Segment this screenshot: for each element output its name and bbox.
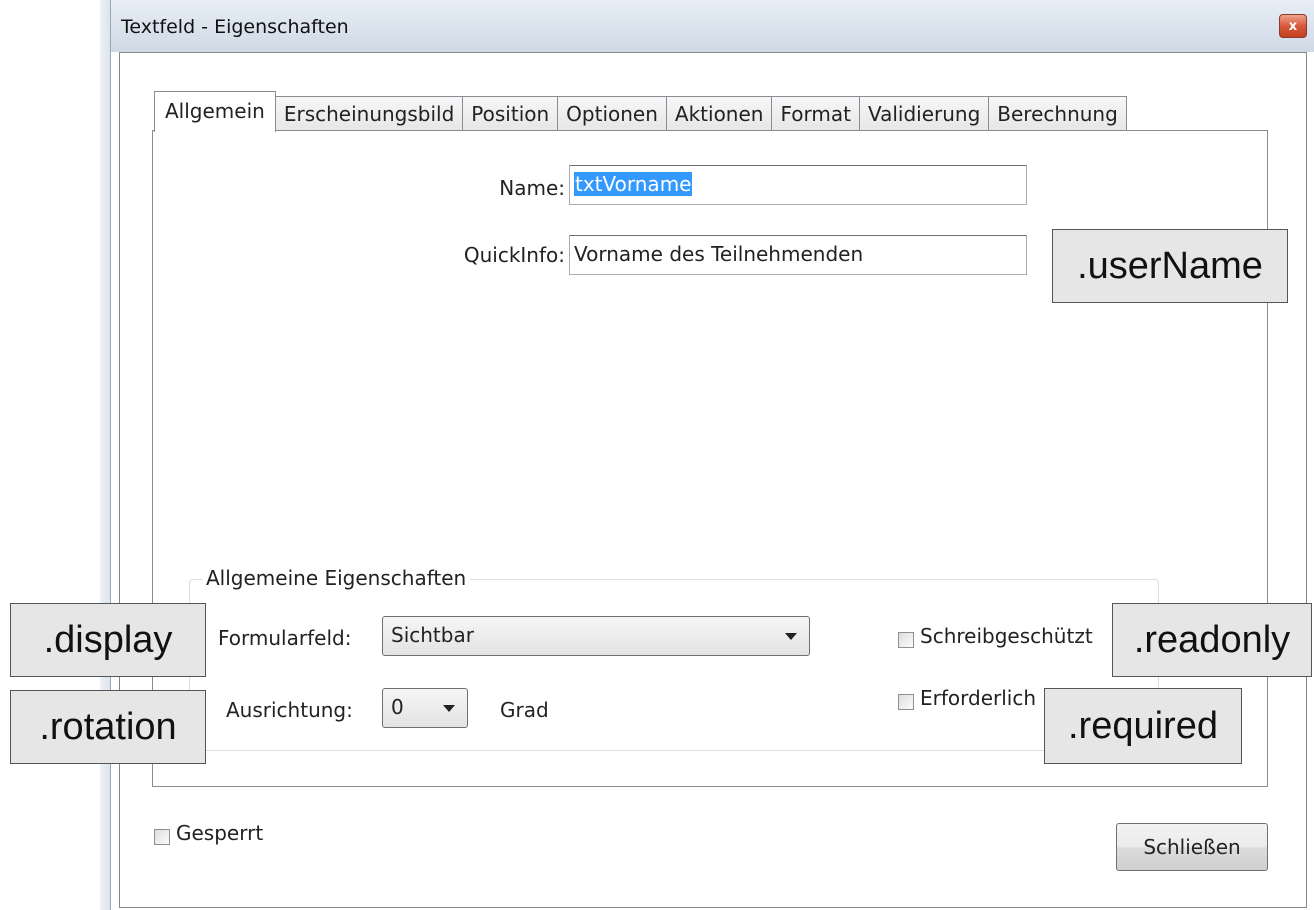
tab-format[interactable]: Format: [771, 96, 860, 131]
annotation-required: .required: [1044, 688, 1242, 764]
tab-berechnung[interactable]: Berechnung: [988, 96, 1127, 131]
close-window-button[interactable]: x: [1279, 14, 1307, 38]
tab-aktionen[interactable]: Aktionen: [665, 96, 773, 131]
close-icon: x: [1288, 18, 1298, 34]
tab-validierung[interactable]: Validierung: [858, 96, 990, 131]
required-checkbox[interactable]: [898, 694, 914, 710]
form-field-value: Sichtbar: [391, 623, 474, 647]
tooltip-label: QuickInfo:: [463, 243, 565, 267]
close-button[interactable]: Schließen: [1116, 823, 1268, 871]
annotation-rotation: .rotation: [10, 690, 206, 764]
tab-erscheinungsbild[interactable]: Erscheinungsbild: [274, 96, 464, 131]
readonly-checkbox[interactable]: [898, 632, 914, 648]
form-field-select[interactable]: Sichtbar: [382, 616, 810, 656]
tab-position[interactable]: Position: [462, 96, 559, 131]
chevron-down-icon: [443, 705, 455, 712]
annotation-username: .userName: [1052, 229, 1288, 303]
tooltip-field[interactable]: Vorname des Teilnehmenden: [569, 235, 1027, 275]
group-title: Allgemeine Eigenschaften: [202, 566, 471, 590]
title-bar[interactable]: Textfeld - Eigenschaften x: [111, 0, 1314, 52]
tab-optionen[interactable]: Optionen: [557, 96, 667, 131]
orientation-select[interactable]: 0: [382, 688, 468, 728]
common-properties-group: Allgemeine Eigenschaften Formularfeld: S…: [189, 566, 1159, 751]
chevron-down-icon: [785, 633, 797, 640]
window-title: Textfeld - Eigenschaften: [121, 16, 349, 38]
required-label[interactable]: Erforderlich: [920, 686, 1036, 710]
locked-checkbox[interactable]: [154, 829, 170, 845]
dialog-window: Textfeld - Eigenschaften x Allgemein Ers…: [110, 0, 1314, 910]
orientation-label: Ausrichtung:: [226, 698, 353, 722]
name-field[interactable]: txtVorname: [569, 165, 1027, 205]
orientation-unit: Grad: [500, 698, 549, 722]
annotation-readonly: .readonly: [1112, 603, 1312, 677]
name-value: txtVorname: [574, 172, 693, 196]
dialog-client-area: Allgemein Erscheinungsbild Position Opti…: [119, 52, 1307, 908]
annotation-display: .display: [10, 603, 206, 677]
readonly-label[interactable]: Schreibgeschützt: [920, 624, 1093, 648]
tab-allgemein[interactable]: Allgemein: [154, 91, 276, 132]
tab-strip: Allgemein Erscheinungsbild Position Opti…: [154, 91, 1127, 132]
locked-label[interactable]: Gesperrt: [176, 821, 263, 845]
form-field-label: Formularfeld:: [218, 626, 352, 650]
name-label: Name:: [499, 176, 565, 200]
orientation-value: 0: [391, 695, 404, 719]
